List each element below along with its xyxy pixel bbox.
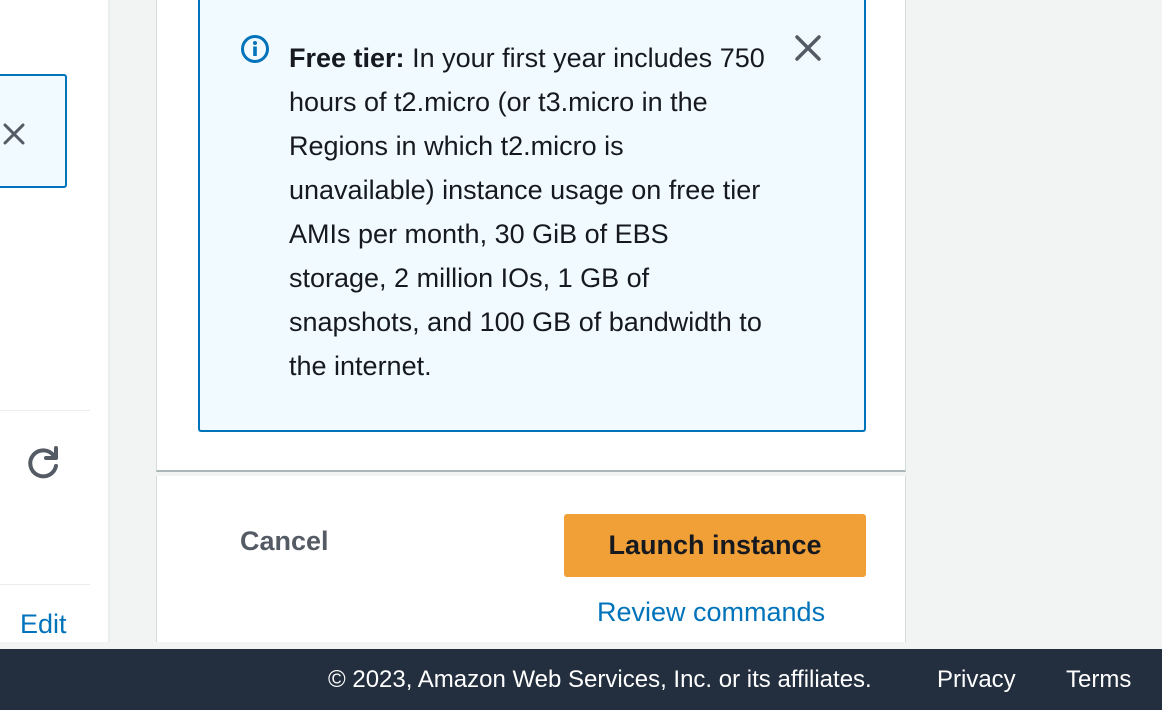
refresh-icon[interactable] [24,444,62,482]
left-panel: Edit [0,0,110,642]
cancel-button[interactable]: Cancel [240,526,329,557]
page-footer: © 2023, Amazon Web Services, Inc. or its… [0,649,1162,710]
edit-link[interactable]: Edit [20,609,67,640]
copyright-text: © 2023, Amazon Web Services, Inc. or its… [328,666,872,693]
divider [0,410,90,411]
action-panel: Cancel Launch instance Review commands [156,476,906,642]
close-icon[interactable] [792,32,824,64]
info-icon [241,35,269,63]
close-icon[interactable] [2,122,26,146]
free-tier-message: Free tier: In your first year includes 7… [289,36,769,388]
left-alert-box [0,74,67,188]
terms-link[interactable]: Terms [1066,666,1131,694]
free-tier-heading: Free tier: [289,43,405,73]
privacy-link[interactable]: Privacy [937,666,1016,694]
summary-panel: Free tier: In your first year includes 7… [156,0,906,472]
divider [0,584,90,585]
review-commands-link[interactable]: Review commands [597,597,825,628]
free-tier-body: In your first year includes 750 hours of… [289,43,765,381]
launch-instance-button[interactable]: Launch instance [564,514,866,577]
free-tier-alert: Free tier: In your first year includes 7… [198,0,866,432]
